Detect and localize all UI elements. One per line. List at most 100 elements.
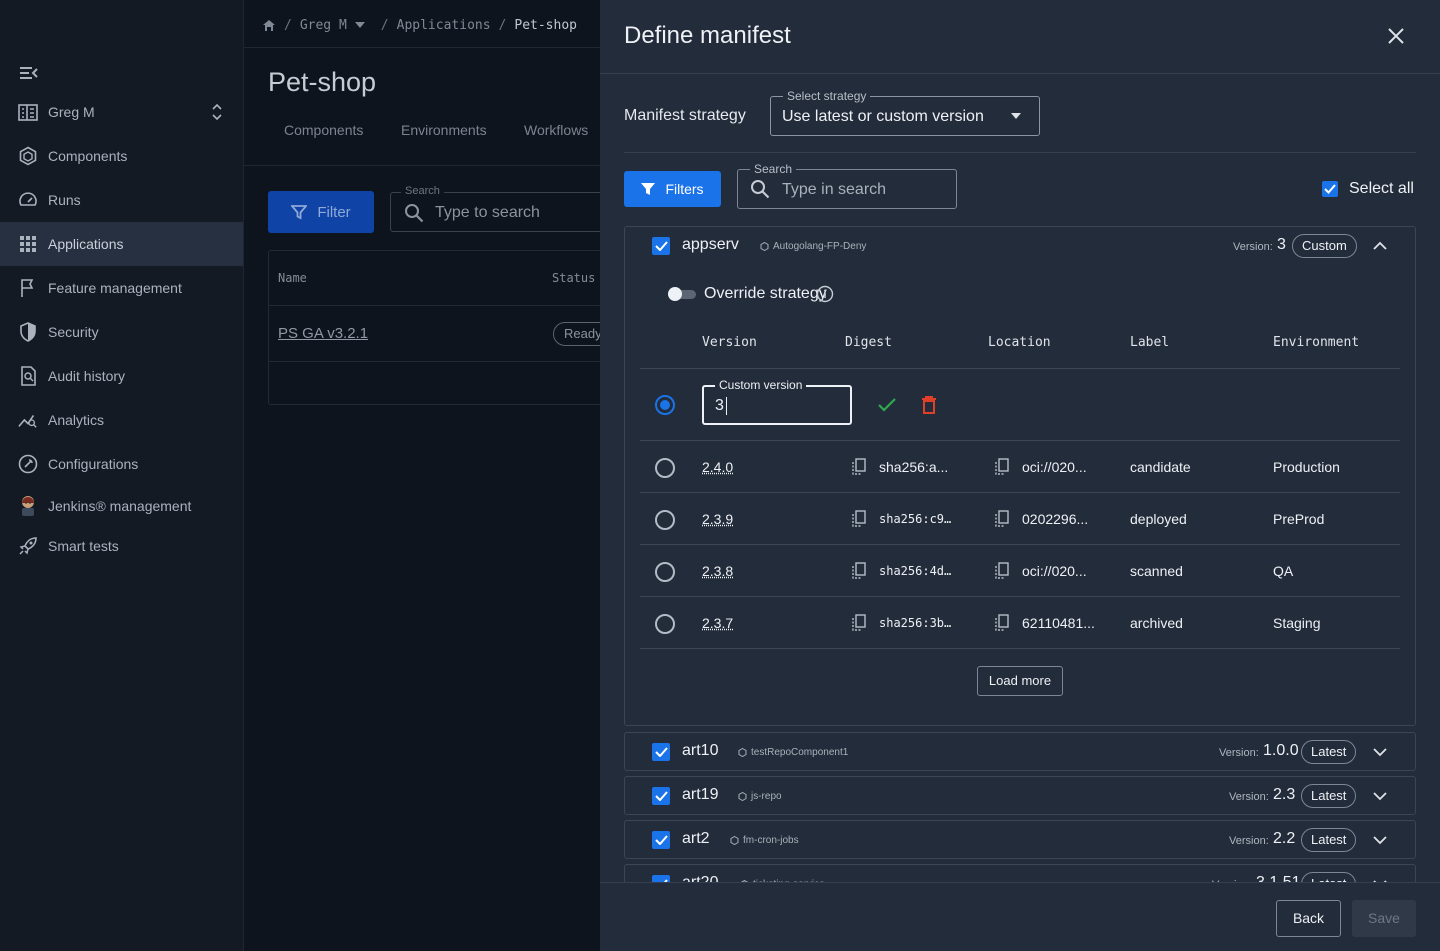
version-link[interactable]: 2.3.9 xyxy=(702,511,733,527)
copy-icon[interactable] xyxy=(994,562,1010,580)
copy-icon[interactable] xyxy=(851,614,867,632)
sidebar-item-security[interactable]: Security xyxy=(0,310,243,354)
version-value: 2.2 xyxy=(1273,830,1296,847)
copy-icon[interactable] xyxy=(994,614,1010,632)
copy-icon[interactable] xyxy=(851,562,867,580)
column-header-environment: Environment xyxy=(1273,335,1360,350)
override-strategy-toggle[interactable] xyxy=(668,287,698,301)
shield-icon xyxy=(18,322,38,342)
version-value: 3 xyxy=(1277,236,1286,253)
version-radio[interactable] xyxy=(655,458,675,478)
copy-icon[interactable] xyxy=(994,458,1010,476)
search-label: Search xyxy=(401,185,444,197)
org-switcher[interactable]: Greg M xyxy=(0,90,243,134)
checkbox-checked-icon xyxy=(1322,181,1338,197)
repo-icon xyxy=(738,748,747,757)
strategy-select[interactable]: Select strategy Use latest or custom ver… xyxy=(770,89,1040,136)
sidebar-item-label: Smart tests xyxy=(48,538,119,554)
flag-icon xyxy=(18,278,38,298)
search-placeholder: Type to search xyxy=(435,204,540,221)
digest-value: sha256:3b… xyxy=(879,616,952,630)
sidebar-item-feature-management[interactable]: Feature management xyxy=(0,266,243,310)
component-checkbox[interactable] xyxy=(652,743,670,761)
version-radio-selected[interactable] xyxy=(655,395,675,415)
divider xyxy=(640,596,1400,597)
search-input[interactable]: Search Type to search xyxy=(390,185,620,232)
environment-value: Production xyxy=(1273,459,1340,475)
divider xyxy=(640,440,1400,441)
trash-icon[interactable] xyxy=(921,395,937,415)
collapse-menu-icon[interactable] xyxy=(18,64,40,82)
info-icon[interactable] xyxy=(816,285,834,303)
close-icon[interactable] xyxy=(1386,26,1406,46)
repo-name: fm-cron-jobs xyxy=(743,835,799,846)
strategy-value: Use latest or custom version xyxy=(782,108,984,125)
sidebar-item-configurations[interactable]: Configurations xyxy=(0,442,243,486)
version-link[interactable]: 2.3.8 xyxy=(702,563,733,579)
copy-icon[interactable] xyxy=(851,458,867,476)
filters-button[interactable]: Filters xyxy=(624,171,721,207)
filter-icon xyxy=(291,204,308,220)
component-name: art2 xyxy=(682,830,710,847)
chevron-down-icon[interactable] xyxy=(1373,745,1387,759)
breadcrumb-applications[interactable]: Applications xyxy=(397,18,491,33)
copy-icon[interactable] xyxy=(994,510,1010,528)
components-list[interactable]: appserv Autogolang-FP-Deny Version: 3 Cu… xyxy=(600,226,1440,882)
sidebar-item-components[interactable]: Components xyxy=(0,134,243,178)
version-link[interactable]: 2.3.7 xyxy=(702,615,733,631)
component-card[interactable]: art2 fm-cron-jobs Version: 2.2 Latest xyxy=(624,820,1416,859)
rocket-icon xyxy=(18,536,38,556)
sidebar: Greg M Components Runs Applications Feat… xyxy=(0,0,244,951)
version-label: Version: xyxy=(1229,835,1269,847)
component-card[interactable]: art10 testRepoComponent1 Version: 1.0.0 … xyxy=(624,732,1416,771)
version-radio[interactable] xyxy=(655,614,675,634)
sidebar-item-label: Analytics xyxy=(48,412,105,428)
audit-icon xyxy=(18,366,38,386)
tab-components[interactable]: Components xyxy=(284,122,363,138)
sidebar-item-smart-tests[interactable]: Smart tests xyxy=(0,524,243,568)
version-link[interactable]: 2.4.0 xyxy=(702,459,733,475)
version-value: 3.1.51 xyxy=(1256,874,1300,882)
chevron-down-icon[interactable] xyxy=(1373,789,1387,803)
load-more-button[interactable]: Load more xyxy=(977,666,1063,696)
tab-workflows[interactable]: Workflows xyxy=(524,122,588,138)
back-button[interactable]: Back xyxy=(1276,900,1341,937)
release-link[interactable]: PS GA v3.2.1 xyxy=(278,325,368,342)
search-input[interactable]: Search Type in search xyxy=(737,162,957,209)
define-manifest-drawer: Define manifest Manifest strategy Select… xyxy=(600,0,1440,951)
sidebar-item-jenkins[interactable]: Jenkins® management xyxy=(0,484,243,528)
breadcrumb-org[interactable]: Greg M xyxy=(300,18,347,33)
tab-environments[interactable]: Environments xyxy=(401,122,487,138)
component-card[interactable]: art19 js-repo Version: 2.3 Latest xyxy=(624,776,1416,815)
breadcrumb: / Greg M / Applications / Pet-shop xyxy=(262,16,577,34)
sidebar-item-analytics[interactable]: Analytics xyxy=(0,398,243,442)
component-card[interactable]: art20 ticketing-service Version: 3.1.51 … xyxy=(624,864,1416,882)
component-checkbox[interactable] xyxy=(652,787,670,805)
version-radio[interactable] xyxy=(655,510,675,530)
component-checkbox[interactable] xyxy=(652,875,670,882)
sidebar-item-runs[interactable]: Runs xyxy=(0,178,243,222)
filter-label: Filter xyxy=(317,203,351,221)
sidebar-item-label: Runs xyxy=(48,192,81,208)
version-radio[interactable] xyxy=(655,562,675,582)
repo-name: js-repo xyxy=(751,791,782,802)
drawer-title: Define manifest xyxy=(624,22,791,49)
custom-version-input[interactable]: Custom version 3 xyxy=(702,378,852,425)
home-icon[interactable] xyxy=(262,18,276,32)
save-button[interactable]: Save xyxy=(1352,900,1416,937)
select-all-checkbox[interactable]: Select all xyxy=(1322,180,1414,198)
caret-down-icon[interactable] xyxy=(354,22,365,28)
filter-button[interactable]: Filter xyxy=(268,191,374,233)
breadcrumb-current: Pet-shop xyxy=(514,17,577,33)
custom-version-label: Custom version xyxy=(715,378,807,392)
chevron-down-icon[interactable] xyxy=(1373,833,1387,847)
sidebar-item-applications[interactable]: Applications xyxy=(0,222,243,266)
sidebar-item-audit-history[interactable]: Audit history xyxy=(0,354,243,398)
chevron-up-icon[interactable] xyxy=(1373,239,1387,253)
copy-icon[interactable] xyxy=(851,510,867,528)
component-checkbox[interactable] xyxy=(652,831,670,849)
search-label: Search xyxy=(750,162,797,176)
location-value: oci://020... xyxy=(1022,563,1087,579)
component-checkbox[interactable] xyxy=(652,237,670,255)
check-icon[interactable] xyxy=(877,395,897,415)
